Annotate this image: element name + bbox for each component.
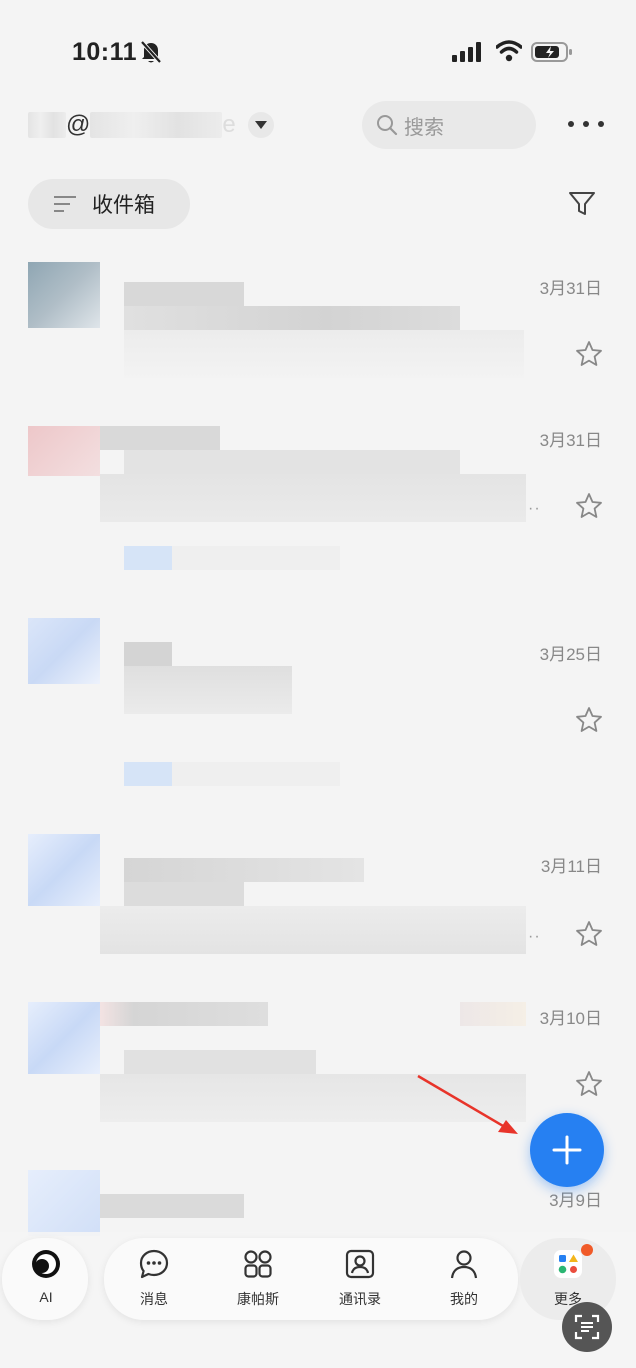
annotation-arrow (417, 1074, 518, 1134)
attachment-blurred (124, 762, 340, 786)
tab-more-content[interactable]: 更多 (528, 1248, 608, 1309)
tab-compass[interactable]: 康帕斯 (218, 1248, 298, 1309)
avatar (28, 1170, 100, 1236)
star-icon[interactable] (575, 1070, 603, 1098)
star-icon[interactable] (575, 920, 603, 948)
avatar (28, 1002, 100, 1074)
plus-icon (552, 1135, 582, 1165)
avatar (28, 618, 100, 684)
mail-date: 3月31日 (539, 431, 602, 450)
tab-label: 我的 (450, 1291, 478, 1307)
mail-date: 3月25日 (539, 645, 602, 664)
mail-date: 3月31日 (539, 279, 602, 298)
chevron-down-icon[interactable] (247, 112, 274, 138)
tab-label: 康帕斯 (237, 1291, 279, 1307)
star-icon[interactable] (575, 492, 603, 520)
search-placeholder: 搜索 (404, 116, 444, 139)
folder-label: 收件箱 (92, 194, 155, 217)
tab-ai-content[interactable]: AI (6, 1248, 86, 1305)
scan-button[interactable] (562, 1302, 612, 1352)
account-at: @ (66, 111, 91, 138)
avatar (28, 834, 100, 906)
ai-orb-icon (32, 1250, 60, 1278)
attachment-blurred (124, 546, 340, 570)
sender-blurred (100, 1194, 244, 1218)
tab-mine[interactable]: 我的 (424, 1248, 504, 1309)
tab-messages[interactable]: 消息 (114, 1248, 194, 1309)
mail-date: 3月10日 (539, 1009, 602, 1028)
account-domain-blurred (90, 112, 223, 138)
ellipsis: ·· (528, 928, 541, 945)
mail-date: 3月9日 (549, 1191, 602, 1210)
avatar (28, 426, 100, 476)
avatar (28, 262, 100, 328)
tab-contacts[interactable]: 通讯录 (320, 1248, 400, 1309)
subject-blurred (124, 882, 244, 906)
chat-bubble-icon (139, 1249, 169, 1279)
signal-icon (452, 42, 481, 62)
subject-blurred (124, 450, 460, 474)
sender-blurred (100, 426, 220, 450)
status-bar: 10:11 (0, 0, 636, 100)
account-name-blurred (28, 112, 66, 138)
apps-grid-icon (244, 1250, 272, 1278)
subject-blurred (124, 306, 460, 330)
sender-blurred (124, 858, 364, 882)
tab-label: 通讯录 (339, 1291, 381, 1307)
subject-blurred (124, 666, 292, 714)
contacts-icon (345, 1249, 375, 1279)
account-suffix: e (222, 111, 236, 138)
user-icon (450, 1250, 478, 1279)
tag-blurred (460, 1002, 526, 1026)
search-icon (377, 115, 398, 136)
battery-icon (531, 42, 572, 62)
wifi-icon (496, 40, 522, 62)
notification-badge (581, 1244, 593, 1256)
scan-icon (574, 1314, 600, 1340)
more-apps-icon (554, 1250, 582, 1278)
subject-blurred (124, 1050, 316, 1074)
sender-blurred (100, 1002, 268, 1026)
mail-date: 3月11日 (540, 857, 602, 876)
more-menu-icon[interactable] (568, 112, 604, 136)
compose-button[interactable] (530, 1113, 604, 1187)
menu-lines-icon (54, 196, 76, 212)
account-switcher[interactable]: @ e (28, 110, 274, 140)
preview-blurred (100, 906, 526, 954)
sender-blurred (124, 642, 172, 666)
search-input[interactable]: 搜索 (362, 101, 536, 149)
filter-icon[interactable] (568, 190, 596, 218)
preview-blurred (100, 474, 526, 522)
star-icon[interactable] (575, 706, 603, 734)
tab-label: 消息 (140, 1291, 168, 1307)
sender-blurred (124, 282, 244, 306)
ellipsis: ·· (528, 500, 541, 517)
folder-selector-button[interactable]: 收件箱 (28, 179, 190, 229)
bell-muted-icon (140, 40, 162, 64)
preview-blurred (124, 330, 524, 378)
status-time: 10:11 (72, 38, 138, 66)
star-icon[interactable] (575, 340, 603, 368)
tab-label: AI (39, 1289, 53, 1305)
